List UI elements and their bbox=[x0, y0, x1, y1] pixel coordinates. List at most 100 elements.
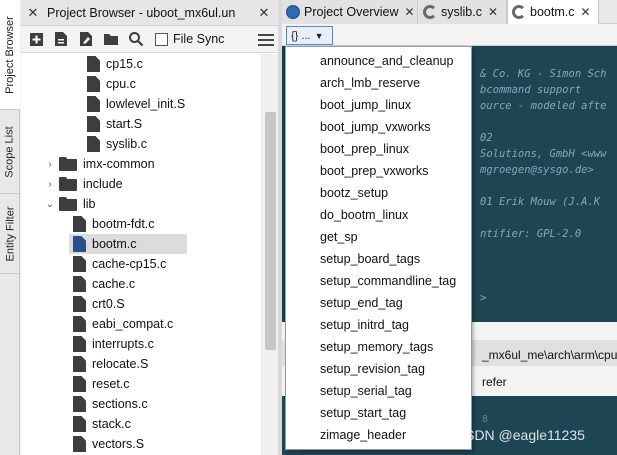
file-icon bbox=[87, 76, 100, 92]
tree-folder-include[interactable]: › include bbox=[45, 174, 123, 194]
folder-icon bbox=[59, 177, 77, 191]
tree-item-file[interactable]: reset.c bbox=[73, 374, 130, 394]
function-item[interactable]: get_sp bbox=[320, 227, 358, 247]
tree-item-file[interactable]: stack.c bbox=[73, 414, 131, 434]
new-file-icon[interactable] bbox=[51, 29, 71, 49]
tree-item-file[interactable]: interrupts.c bbox=[73, 334, 154, 354]
tab-project-browser-label: Project Browser bbox=[4, 15, 17, 94]
new-project-icon[interactable] bbox=[26, 29, 46, 49]
tab-project-browser[interactable]: Project Browser bbox=[0, 0, 20, 110]
tree-item-label: cp15.c bbox=[106, 57, 143, 71]
tree-item-file[interactable]: cache-cp15.c bbox=[73, 254, 166, 274]
function-item[interactable]: announce_and_cleanup bbox=[320, 51, 453, 71]
tree-scrollbar[interactable] bbox=[261, 54, 278, 455]
function-item[interactable]: setup_revision_tag bbox=[320, 359, 425, 379]
tree-item-label: eabi_compat.c bbox=[92, 317, 174, 331]
function-item[interactable]: setup_serial_tag bbox=[320, 381, 412, 401]
project-browser-title: Project Browser - uboot_mx6ul.un bbox=[47, 5, 236, 20]
tree-item-file[interactable]: lowlevel_init.S bbox=[87, 94, 185, 114]
code-line: ource - modeled afte bbox=[480, 100, 607, 112]
tab-entity-filter[interactable]: Entity Filter bbox=[0, 194, 20, 274]
file-sync-checkbox[interactable] bbox=[155, 32, 168, 46]
tree-item-file[interactable]: cp15.c bbox=[87, 54, 143, 74]
tree-item-label: include bbox=[83, 177, 123, 191]
tree-item-label: syslib.c bbox=[106, 137, 147, 151]
function-item[interactable]: setup_start_tag bbox=[320, 403, 406, 423]
file-icon bbox=[87, 56, 100, 72]
tab-project-overview[interactable]: Project Overview ✕ bbox=[282, 0, 418, 24]
close-panel-icon[interactable]: ✕ bbox=[25, 5, 41, 21]
tab-scope-list[interactable]: Scope List bbox=[0, 110, 20, 194]
tree-item-file[interactable]: start.S bbox=[87, 114, 142, 134]
tab-label: bootm.c bbox=[530, 5, 575, 19]
function-item[interactable]: setup_board_tags bbox=[320, 249, 420, 269]
function-item[interactable]: boot_jump_vxworks bbox=[320, 117, 430, 137]
file-icon bbox=[73, 256, 86, 272]
file-sync-label: File Sync bbox=[173, 32, 225, 46]
function-selector[interactable]: {} ... ▼ bbox=[286, 26, 333, 45]
function-item[interactable]: boot_prep_linux bbox=[320, 139, 409, 159]
tree-item-file[interactable]: crt0.S bbox=[73, 294, 125, 314]
tree-folder-imx-common[interactable]: › imx-common bbox=[45, 154, 155, 174]
search-icon[interactable] bbox=[126, 29, 146, 49]
function-selector-label: {} ... bbox=[291, 29, 311, 42]
tree-item-file[interactable]: bootm-fdt.c bbox=[73, 214, 155, 234]
watermark-text: CSDN @eagle11235 bbox=[455, 427, 585, 443]
close-tab-icon[interactable]: ✕ bbox=[580, 5, 590, 19]
chevron-down-icon[interactable]: ⌄ bbox=[45, 199, 55, 210]
file-icon bbox=[73, 396, 86, 412]
chevron-right-icon[interactable]: › bbox=[45, 179, 55, 190]
tree-item-file[interactable]: syslib.c bbox=[87, 134, 147, 154]
file-icon bbox=[73, 376, 86, 392]
tab-bootm-c[interactable]: bootm.c ✕ bbox=[507, 0, 599, 24]
project-tree: cp15.c cpu.c lowlevel_init.S start.S sys… bbox=[21, 54, 261, 455]
function-item[interactable]: setup_end_tag bbox=[320, 293, 403, 313]
open-folder-icon[interactable] bbox=[101, 29, 121, 49]
file-icon bbox=[73, 296, 86, 312]
tree-item-label: sections.c bbox=[92, 397, 148, 411]
tree-item-file[interactable]: cache.c bbox=[73, 274, 135, 294]
console-path: _mx6ul_me\arch\arm\cpu bbox=[482, 348, 617, 362]
tab-scope-list-label: Scope List bbox=[4, 125, 16, 178]
file-c-icon bbox=[512, 5, 526, 19]
function-item[interactable]: zimage_header bbox=[320, 425, 406, 445]
function-item[interactable]: arch_lmb_reserve bbox=[320, 73, 420, 93]
function-item[interactable]: bootz_setup bbox=[320, 183, 388, 203]
function-item[interactable]: setup_initrd_tag bbox=[320, 315, 409, 335]
menu-icon[interactable] bbox=[258, 34, 274, 46]
function-item[interactable]: setup_memory_tags bbox=[320, 337, 433, 357]
code-line: bcommand support bbox=[480, 84, 582, 96]
close-tab-icon[interactable]: ✕ bbox=[488, 5, 498, 19]
file-icon bbox=[73, 276, 86, 292]
code-line: Solutions, GmbH <www bbox=[480, 148, 607, 160]
file-icon bbox=[87, 96, 100, 112]
tree-item-file[interactable]: sections.c bbox=[73, 394, 148, 414]
line-number: 8 bbox=[482, 414, 489, 425]
tree-item-file[interactable]: cpu.c bbox=[87, 74, 136, 94]
code-line: ntifier: GPL-2.0 bbox=[480, 228, 582, 240]
code-line: > bbox=[480, 292, 487, 304]
tree-item-file-selected[interactable]: bootm.c bbox=[69, 234, 187, 254]
tree-folder-lib[interactable]: ⌄ lib bbox=[45, 194, 96, 214]
function-item[interactable]: do_bootm_linux bbox=[320, 205, 408, 225]
close-icon[interactable]: ✕ bbox=[256, 5, 272, 21]
edit-icon[interactable] bbox=[76, 29, 96, 49]
close-tab-icon[interactable]: ✕ bbox=[404, 5, 414, 19]
tab-syslib-c[interactable]: syslib.c ✕ bbox=[419, 0, 507, 24]
tree-item-label: imx-common bbox=[83, 157, 155, 171]
function-item[interactable]: boot_jump_linux bbox=[320, 95, 411, 115]
tree-item-file[interactable]: relocate.S bbox=[73, 354, 148, 374]
tree-scrollbar-thumb[interactable] bbox=[265, 112, 276, 350]
function-item[interactable]: boot_prep_vxworks bbox=[320, 161, 428, 181]
chevron-right-icon[interactable]: › bbox=[45, 159, 55, 170]
tab-entity-filter-label: Entity Filter bbox=[4, 205, 17, 262]
project-browser-titlebar: ✕ Project Browser - uboot_mx6ul.un ✕ bbox=[21, 0, 278, 26]
folder-icon bbox=[59, 197, 77, 211]
file-icon bbox=[73, 336, 86, 352]
tree-item-label: stack.c bbox=[92, 417, 131, 431]
tree-item-file[interactable]: vectors.S bbox=[73, 434, 144, 454]
tree-item-label: lowlevel_init.S bbox=[106, 97, 186, 111]
function-item[interactable]: setup_commandline_tag bbox=[320, 271, 456, 291]
file-icon bbox=[73, 416, 86, 432]
tree-item-file[interactable]: eabi_compat.c bbox=[73, 314, 173, 334]
